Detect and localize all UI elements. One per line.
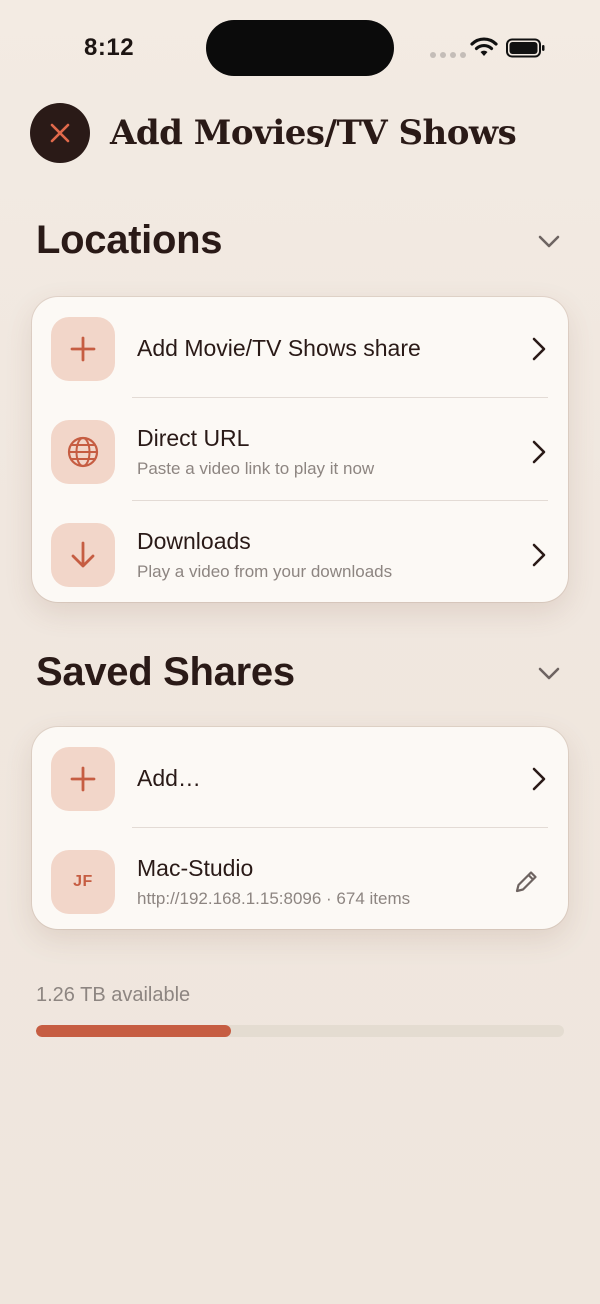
direct-url-row[interactable]: Direct URL Paste a video link to play it… bbox=[32, 400, 568, 503]
wifi-icon bbox=[470, 37, 498, 56]
status-bar: 8:12 bbox=[0, 0, 600, 96]
downloads-text: Downloads Play a video from your downloa… bbox=[137, 528, 508, 582]
add-saved-share-row[interactable]: Add… bbox=[32, 727, 568, 830]
storage-progress-fill bbox=[36, 1025, 232, 1037]
mac-studio-text: Mac-Studio http://192.168.1.15:8096 · 67… bbox=[137, 855, 508, 909]
saved-shares-card: Add… JF Mac-Studio http://192.168.1.15:8… bbox=[32, 727, 568, 929]
direct-url-subtitle: Paste a video link to play it now bbox=[137, 458, 375, 478]
add-share-tile bbox=[51, 316, 115, 381]
page-title: Add Movies/TV Shows bbox=[110, 113, 517, 153]
mac-studio-row[interactable]: JF Mac-Studio http://192.168.1.15:8096 ·… bbox=[32, 830, 568, 929]
add-saved-share-label: Add… bbox=[137, 765, 201, 791]
direct-url-tile bbox=[51, 419, 115, 484]
locations-heading: Locations bbox=[36, 218, 223, 262]
mac-studio-title: Mac-Studio bbox=[137, 854, 254, 881]
add-share-label: Add Movie/TV Shows share bbox=[137, 335, 421, 361]
chevron-down-icon[interactable] bbox=[536, 660, 562, 686]
chevron-right-icon bbox=[532, 543, 546, 566]
direct-url-text: Direct URL Paste a video link to play it… bbox=[137, 425, 508, 479]
plus-icon bbox=[70, 766, 96, 791]
downloads-row[interactable]: Downloads Play a video from your downloa… bbox=[32, 503, 568, 602]
downloads-title: Downloads bbox=[137, 527, 251, 554]
mac-studio-subtitle: http://192.168.1.15:8096 · 674 items bbox=[137, 888, 411, 908]
locations-header[interactable]: Locations bbox=[36, 218, 566, 263]
saved-shares-heading: Saved Shares bbox=[36, 650, 295, 694]
divider bbox=[132, 500, 548, 501]
cellular-signal-icon bbox=[430, 52, 466, 58]
plus-icon bbox=[70, 336, 96, 361]
storage-available-label: 1.26 TB available bbox=[36, 984, 191, 1006]
chevron-right-icon bbox=[532, 337, 546, 360]
storage-progress-bar bbox=[36, 1025, 564, 1037]
add-share-row[interactable]: Add Movie/TV Shows share bbox=[32, 297, 568, 400]
downloads-subtitle: Play a video from your downloads bbox=[137, 561, 393, 581]
add-saved-share-tile bbox=[51, 746, 115, 811]
dynamic-island bbox=[206, 20, 394, 76]
close-icon bbox=[50, 123, 70, 143]
direct-url-title: Direct URL bbox=[137, 424, 250, 451]
divider bbox=[132, 827, 548, 828]
add-saved-share-text: Add… bbox=[137, 765, 508, 792]
avatar: JF bbox=[51, 849, 115, 914]
arrow-down-icon bbox=[71, 541, 95, 567]
header: Add Movies/TV Shows bbox=[30, 102, 517, 164]
battery-icon bbox=[506, 38, 545, 58]
saved-shares-header[interactable]: Saved Shares bbox=[36, 650, 566, 695]
avatar-initials: JF bbox=[73, 872, 93, 890]
divider bbox=[132, 397, 548, 398]
chevron-right-icon bbox=[532, 440, 546, 463]
downloads-tile bbox=[51, 522, 115, 587]
add-share-text: Add Movie/TV Shows share bbox=[137, 335, 508, 362]
chevron-right-icon bbox=[532, 767, 546, 790]
status-time: 8:12 bbox=[84, 34, 135, 61]
close-button[interactable] bbox=[30, 103, 90, 163]
pencil-icon[interactable] bbox=[512, 868, 540, 896]
globe-icon bbox=[67, 436, 99, 467]
chevron-down-icon[interactable] bbox=[536, 228, 562, 254]
locations-card: Add Movie/TV Shows share Direct URL Past… bbox=[32, 297, 568, 602]
